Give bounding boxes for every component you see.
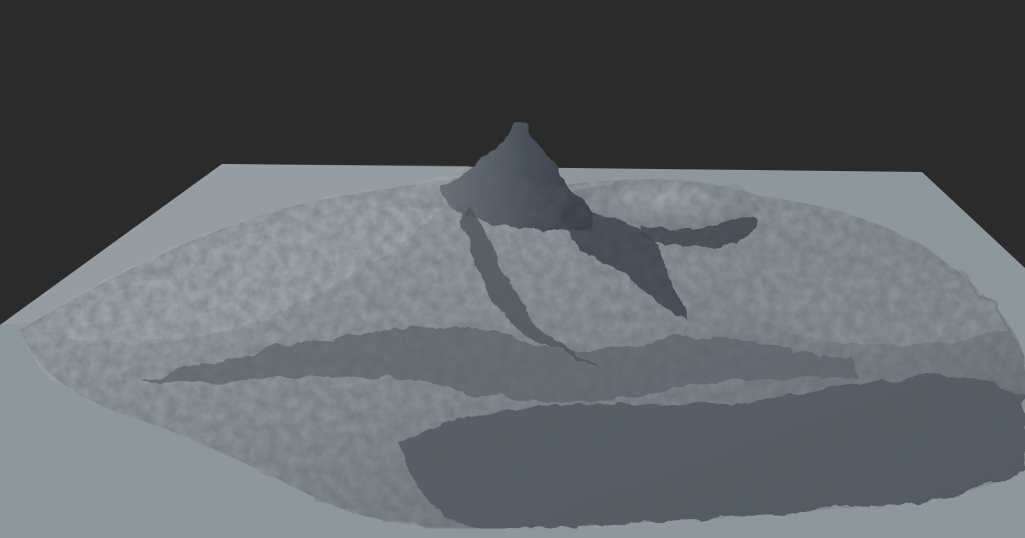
viewport[interactable]: [0, 0, 1025, 538]
terrain-render: [0, 122, 1025, 538]
